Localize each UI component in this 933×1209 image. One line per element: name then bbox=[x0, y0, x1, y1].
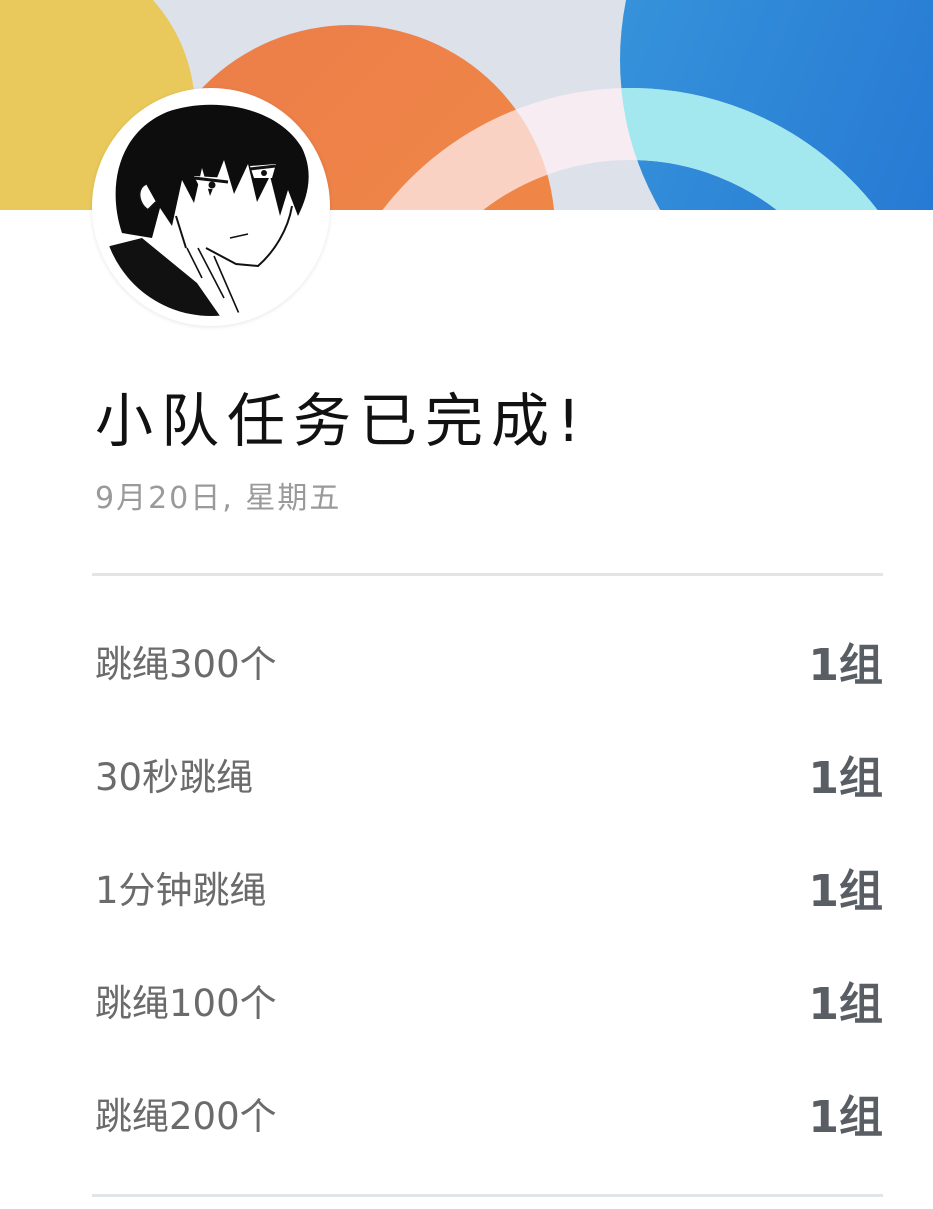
list-item: 跳绳100个 1组 bbox=[92, 943, 883, 1056]
task-sets: 1组 bbox=[808, 639, 883, 691]
list-item: 30秒跳绳 1组 bbox=[92, 717, 883, 830]
task-sets: 1组 bbox=[808, 1091, 883, 1143]
task-list: 跳绳300个 1组 30秒跳绳 1组 1分钟跳绳 1组 跳绳100个 1组 跳绳… bbox=[92, 604, 883, 1169]
task-sets: 1组 bbox=[808, 978, 883, 1030]
list-item: 跳绳300个 1组 bbox=[92, 604, 883, 717]
task-name: 跳绳200个 bbox=[95, 1094, 277, 1138]
task-name: 1分钟跳绳 bbox=[95, 868, 267, 912]
task-name: 跳绳100个 bbox=[95, 981, 277, 1025]
list-item: 跳绳200个 1组 bbox=[92, 1056, 883, 1169]
list-item: 1分钟跳绳 1组 bbox=[92, 830, 883, 943]
page-title: 小队任务已完成! bbox=[95, 387, 589, 455]
date-label: 9月20日, 星期五 bbox=[95, 481, 342, 516]
divider-top bbox=[92, 573, 883, 576]
divider-bottom bbox=[92, 1194, 883, 1197]
avatar bbox=[92, 88, 330, 326]
task-sets: 1组 bbox=[808, 752, 883, 804]
task-sets: 1组 bbox=[808, 865, 883, 917]
anime-character-portrait-icon bbox=[102, 98, 320, 316]
task-name: 跳绳300个 bbox=[95, 642, 277, 686]
task-name: 30秒跳绳 bbox=[95, 755, 254, 799]
